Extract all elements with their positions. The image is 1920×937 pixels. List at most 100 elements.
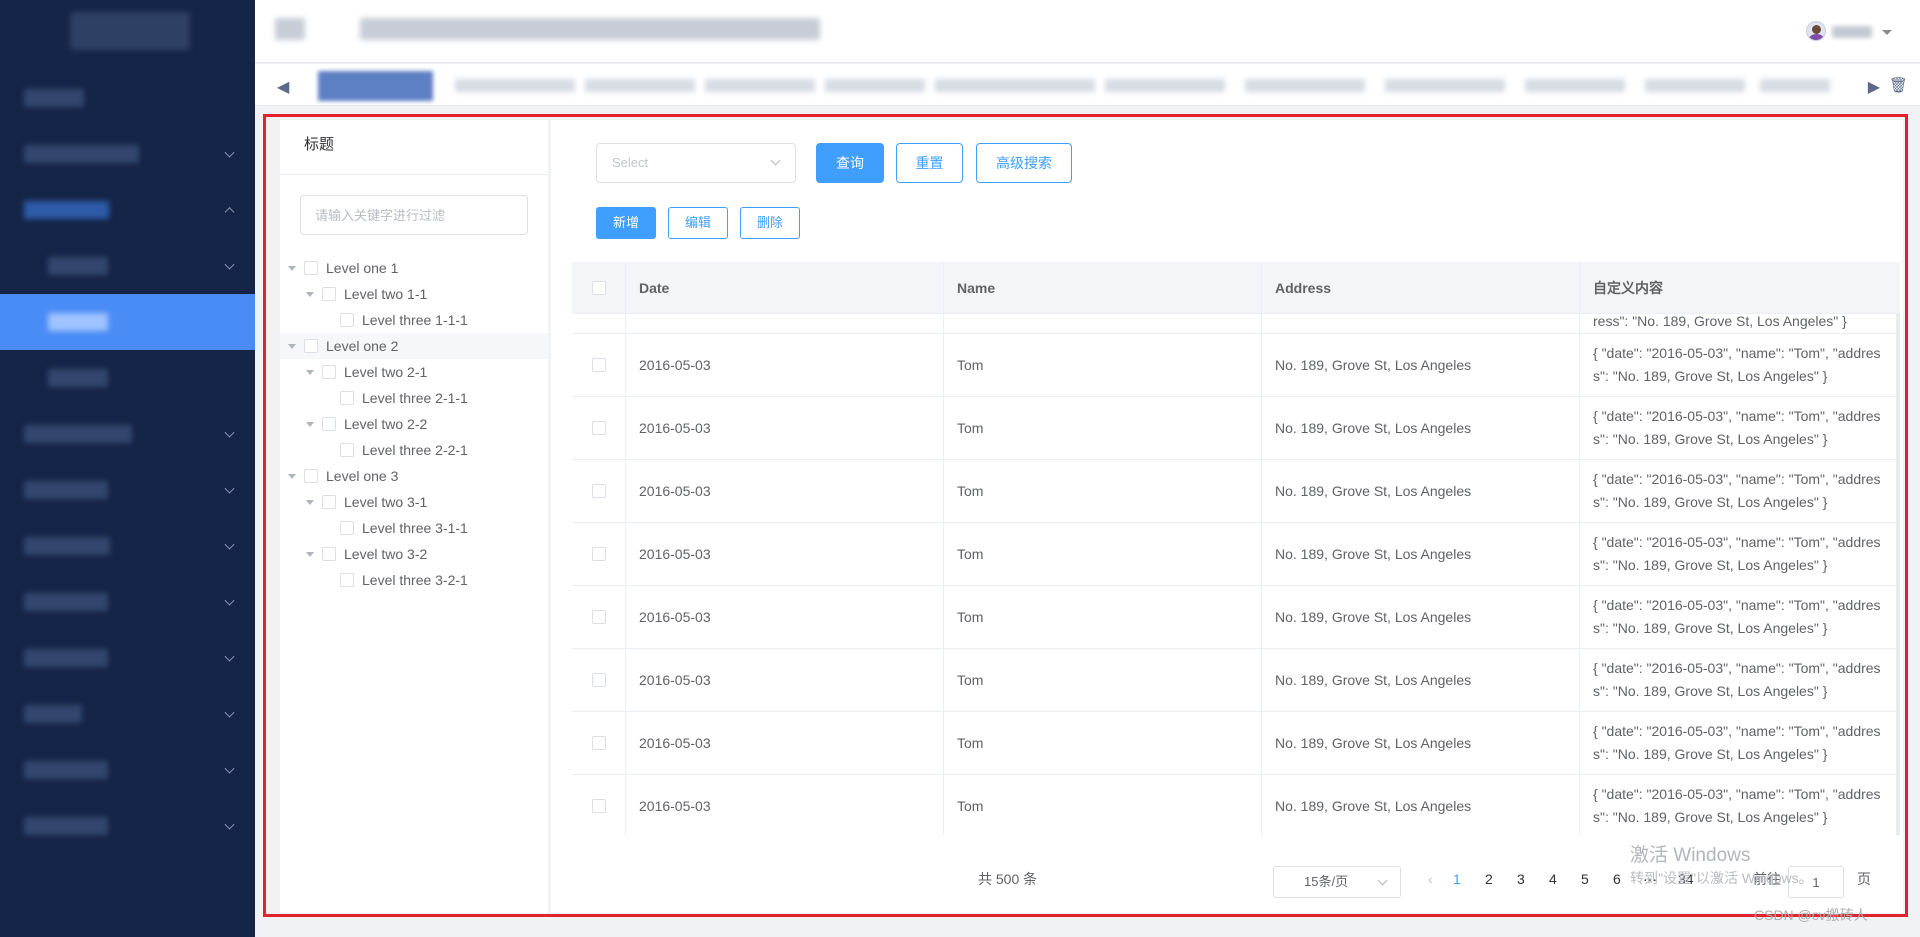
- tree-node-checkbox[interactable]: [322, 547, 336, 561]
- user-name[interactable]: [1832, 26, 1872, 38]
- page-number[interactable]: 6: [1613, 862, 1621, 896]
- sidebar-item[interactable]: [0, 406, 255, 462]
- tag[interactable]: [1760, 79, 1830, 92]
- table-row[interactable]: 2016-05-03 Tom No. 189, Grove St, Los Ange…: [572, 712, 1900, 775]
- avatar[interactable]: [1806, 21, 1826, 41]
- page-number[interactable]: 4: [1549, 862, 1557, 896]
- caret-down-icon[interactable]: [306, 369, 314, 375]
- table-row[interactable]: 2016-05-03 Tom No. 189, Grove St, Los Ange…: [572, 397, 1900, 460]
- tree-node-checkbox[interactable]: [304, 339, 318, 353]
- query-button[interactable]: 查询: [816, 143, 884, 183]
- tree-node-checkbox[interactable]: [340, 521, 354, 535]
- trash-icon[interactable]: 🗑: [1889, 76, 1908, 94]
- caret-down-icon[interactable]: [306, 551, 314, 557]
- tree-node[interactable]: Level one 2: [280, 333, 548, 359]
- caret-down-icon[interactable]: [306, 291, 314, 297]
- tag-active[interactable]: [318, 71, 433, 101]
- tree-node-checkbox[interactable]: [322, 365, 336, 379]
- sidebar-subitem[interactable]: [0, 238, 255, 294]
- tree-node[interactable]: Level two 2-2: [280, 411, 548, 437]
- tag[interactable]: [1105, 79, 1225, 92]
- double-chevron-left-icon[interactable]: ◀: [277, 77, 289, 97]
- double-chevron-right-icon[interactable]: ▶: [1868, 77, 1880, 97]
- row-checkbox[interactable]: [591, 484, 606, 498]
- tree-node-checkbox[interactable]: [322, 287, 336, 301]
- tag[interactable]: [935, 79, 1095, 92]
- row-checkbox[interactable]: [591, 673, 606, 687]
- sidebar-item[interactable]: [0, 798, 255, 854]
- table-row[interactable]: 2016-05-03 Tom No. 189, Grove St, Los Ange…: [572, 334, 1900, 397]
- tag[interactable]: [1525, 79, 1625, 92]
- tree-node[interactable]: Level three 2-1-1: [280, 385, 548, 411]
- sidebar-item[interactable]: [0, 574, 255, 630]
- sidebar-item[interactable]: [0, 70, 255, 126]
- tag[interactable]: [1245, 79, 1365, 92]
- page-number[interactable]: 3: [1517, 862, 1525, 896]
- tree-node[interactable]: Level two 1-1: [280, 281, 548, 307]
- tree-node[interactable]: Level three 3-2-1: [280, 567, 548, 593]
- tree-node-checkbox[interactable]: [340, 573, 354, 587]
- tag[interactable]: [1385, 79, 1505, 92]
- tree-node[interactable]: Level one 1: [280, 255, 548, 281]
- column-header-date[interactable]: Date: [626, 262, 944, 314]
- tag[interactable]: [705, 79, 815, 92]
- caret-down-icon[interactable]: [306, 421, 314, 427]
- tree-node-checkbox[interactable]: [322, 495, 336, 509]
- tree-node-checkbox[interactable]: [340, 391, 354, 405]
- caret-down-icon[interactable]: [288, 473, 296, 479]
- column-header-address[interactable]: Address: [1262, 262, 1580, 314]
- table-row[interactable]: 2016-05-03 Tom No. 189, Grove St, Los Ange…: [572, 586, 1900, 649]
- reset-button[interactable]: 重置: [896, 143, 963, 183]
- table-row[interactable]: 2016-05-03 Tom No. 189, Grove St, Los Ange…: [572, 523, 1900, 586]
- search-select[interactable]: Select: [596, 143, 796, 183]
- tag[interactable]: [455, 79, 575, 92]
- sidebar-item[interactable]: [0, 630, 255, 686]
- tag[interactable]: [1645, 79, 1745, 92]
- delete-button[interactable]: 删除: [740, 207, 800, 239]
- tree-node[interactable]: Level one 3: [280, 463, 548, 489]
- page-number[interactable]: 5: [1581, 862, 1589, 896]
- tree-node-checkbox[interactable]: [304, 261, 318, 275]
- caret-down-icon[interactable]: [306, 499, 314, 505]
- page-size-select[interactable]: 15条/页: [1273, 866, 1401, 898]
- edit-button[interactable]: 编辑: [668, 207, 728, 239]
- tree-node-checkbox[interactable]: [304, 469, 318, 483]
- tree-node[interactable]: Level three 2-2-1: [280, 437, 548, 463]
- row-checkbox[interactable]: [591, 799, 606, 813]
- column-header-custom[interactable]: 自定义内容: [1580, 262, 1900, 314]
- row-checkbox[interactable]: [591, 610, 606, 624]
- tree-node[interactable]: Level two 2-1: [280, 359, 548, 385]
- page-number[interactable]: 2: [1485, 862, 1493, 896]
- row-checkbox[interactable]: [591, 736, 606, 750]
- table-row[interactable]: 2016-05-03 Tom No. 189, Grove St, Los Ange…: [572, 460, 1900, 523]
- table-row[interactable]: 2016-05-03 Tom No. 189, Grove St, Los Ange…: [572, 775, 1900, 835]
- advanced-search-button[interactable]: 高级搜索: [976, 143, 1072, 183]
- tree-node-checkbox[interactable]: [340, 313, 354, 327]
- tree-node-checkbox[interactable]: [340, 443, 354, 457]
- hamburger-icon[interactable]: [275, 18, 305, 40]
- sidebar-item[interactable]: [0, 742, 255, 798]
- sidebar-item[interactable]: [0, 518, 255, 574]
- tree-filter-input[interactable]: [300, 195, 528, 235]
- caret-down-icon[interactable]: [288, 343, 296, 349]
- row-checkbox[interactable]: [591, 421, 606, 435]
- sidebar-item[interactable]: [0, 462, 255, 518]
- prev-page-icon[interactable]: ‹: [1428, 862, 1433, 896]
- sidebar-subitem-active[interactable]: [0, 294, 255, 350]
- tag[interactable]: [585, 79, 695, 92]
- tree-node[interactable]: Level three 3-1-1: [280, 515, 548, 541]
- tree-node[interactable]: Level three 1-1-1: [280, 307, 548, 333]
- add-button[interactable]: 新增: [596, 207, 656, 239]
- sidebar-item[interactable]: [0, 126, 255, 182]
- row-checkbox[interactable]: [591, 358, 606, 372]
- tree-node[interactable]: Level two 3-2: [280, 541, 548, 567]
- table-row[interactable]: 2016-05-03 Tom No. 189, Grove St, Los Ange…: [572, 649, 1900, 712]
- select-all-checkbox[interactable]: [591, 281, 606, 295]
- page-number[interactable]: 1: [1453, 862, 1461, 896]
- sidebar-subitem[interactable]: [0, 350, 255, 406]
- sidebar-item[interactable]: [0, 182, 255, 238]
- column-header-name[interactable]: Name: [944, 262, 1262, 314]
- caret-down-icon[interactable]: [288, 265, 296, 271]
- tree-node[interactable]: Level two 3-1: [280, 489, 548, 515]
- table-scrollbar[interactable]: [1896, 314, 1900, 835]
